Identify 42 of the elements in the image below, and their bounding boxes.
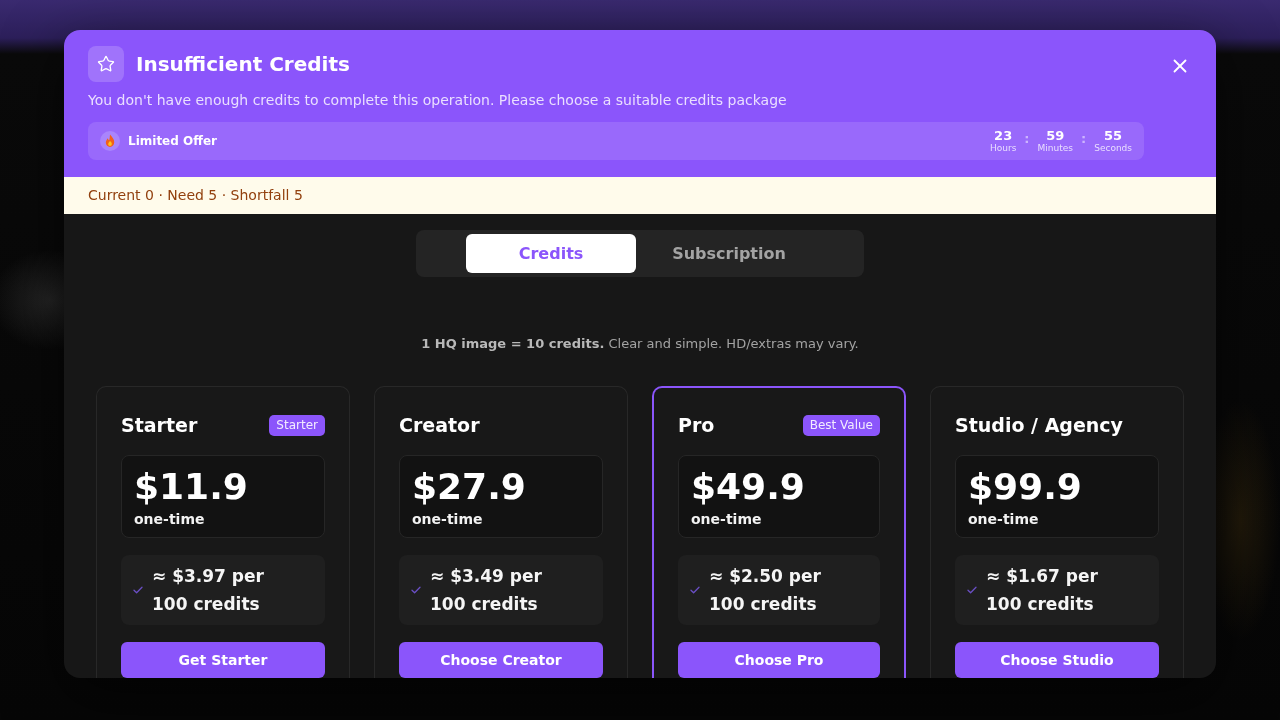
countdown-separator: : xyxy=(1081,132,1087,146)
countdown-value: 23 xyxy=(994,129,1013,143)
plan-tag: Starter xyxy=(269,414,325,436)
plan-button[interactable]: Choose Pro xyxy=(678,642,880,678)
countdown-unit-label: Hours xyxy=(989,143,1017,153)
rate-text: ≈ $3.49 per 100 credits xyxy=(430,565,543,616)
plan-button[interactable]: Choose Studio xyxy=(955,642,1159,678)
plan-tag: Best Value xyxy=(802,414,880,436)
price-text: $49.9 xyxy=(691,466,806,508)
countdown-separator: : xyxy=(1024,132,1030,146)
price-text: $99.9 xyxy=(968,466,1083,508)
tab[interactable]: Credits xyxy=(466,234,636,273)
billing-text: one-time xyxy=(968,510,1040,528)
check-icon xyxy=(411,586,421,594)
countdown-value: 55 xyxy=(1104,129,1123,143)
plan-name: Pro xyxy=(678,414,715,436)
plan-name: Starter xyxy=(121,414,198,436)
plan-button[interactable]: Get Starter xyxy=(121,642,325,678)
dialog-title: Insufficient Credits xyxy=(136,51,350,77)
pricing-note: 1 HQ image = 10 credits. Clear and simple. HD/extras may vary. xyxy=(421,335,859,353)
tab[interactable]: Subscription xyxy=(644,234,814,273)
check-icon xyxy=(133,586,143,594)
plan-name: Creator xyxy=(399,414,480,436)
price-text: $27.9 xyxy=(412,466,527,508)
rate-text: ≈ $1.67 per 100 credits xyxy=(986,565,1099,616)
countdown-value: 59 xyxy=(1046,129,1065,143)
billing-text: one-time xyxy=(134,510,206,528)
countdown-unit-label: Minutes xyxy=(1037,143,1073,153)
rate-text: ≈ $2.50 per 100 credits xyxy=(709,565,822,616)
check-icon xyxy=(690,586,700,594)
check-icon xyxy=(967,586,977,594)
plan-name: Studio / Agency xyxy=(955,414,1123,436)
credit-status-banner: Current 0 · Need 5 · Shortfall 5 xyxy=(64,177,1216,214)
fire-icon xyxy=(100,131,120,151)
countdown-unit-label: Seconds xyxy=(1094,143,1132,153)
dialog-message: You don't have enough credits to complete this operation. Please choose a suitable credits package xyxy=(88,91,788,110)
rate-text: ≈ $3.97 per 100 credits xyxy=(152,565,265,616)
offer-label: Limited Offer xyxy=(128,134,217,148)
billing-text: one-time xyxy=(412,510,484,528)
plan-button[interactable]: Choose Creator xyxy=(399,642,603,678)
billing-text: one-time xyxy=(691,510,763,528)
price-text: $11.9 xyxy=(134,466,249,508)
